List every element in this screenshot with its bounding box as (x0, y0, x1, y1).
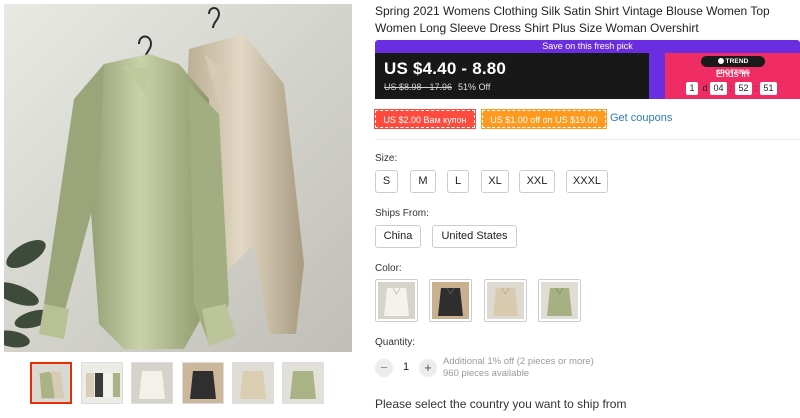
size-label: Size: (375, 153, 398, 164)
thumbnail-1[interactable] (30, 362, 72, 404)
price: US $4.40 - 8.80 (384, 59, 507, 78)
bulk-discount-note: Additional 1% off (2 pieces or more) (443, 356, 594, 367)
thumbnail-strip (30, 362, 330, 404)
size-option-l[interactable]: L (447, 170, 469, 193)
ships-from-china[interactable]: China (375, 225, 421, 248)
countdown-sep-1: : (729, 83, 733, 93)
promo-coupon[interactable]: US $1.00 off on US $19.00 (481, 109, 607, 129)
quantity-label: Quantity: (375, 337, 416, 348)
original-price: US $8.98 - 17.96 (384, 82, 453, 92)
countdown-minutes: 52 (735, 82, 752, 95)
quantity-decrease-button[interactable]: − (375, 359, 393, 377)
discount-percent: 51% Off (458, 82, 491, 92)
ships-from-united-states[interactable]: United States (432, 225, 517, 248)
main-product-image[interactable] (4, 4, 352, 352)
color-label: Color: (375, 263, 402, 274)
quantity-increase-button[interactable]: + (419, 359, 437, 377)
color-swatch-white[interactable] (375, 279, 418, 322)
store-coupon[interactable]: US $2.00 Вам купон (374, 109, 476, 129)
size-option-xxxl[interactable]: XXXL (566, 170, 608, 193)
thumbnail-5[interactable] (232, 362, 274, 404)
quantity-value[interactable]: 1 (401, 361, 411, 373)
thumbnail-4[interactable] (182, 362, 224, 404)
ships-from-label: Ships From: (375, 208, 429, 219)
trend-dot-icon (717, 57, 724, 64)
ship-from-prompt: Please select the country you want to sh… (375, 397, 627, 411)
product-info: Spring 2021 Womens Clothing Silk Satin S… (374, 0, 800, 418)
ends-in-label: Ends in (715, 69, 750, 80)
coupon-row: US $2.00 Вам купон US $1.00 off on US $1… (374, 109, 800, 129)
countdown-seconds: 51 (760, 82, 777, 95)
product-title: Spring 2021 Womens Clothing Silk Satin S… (375, 4, 770, 35)
divider (375, 139, 800, 140)
countdown-sep-2: : (754, 83, 758, 93)
color-swatch-black[interactable] (429, 279, 472, 322)
size-option-s[interactable]: S (375, 170, 398, 193)
trend-spotting-badge: TREND SPOTTING (701, 56, 765, 76)
size-option-xxl[interactable]: XXL (519, 170, 555, 193)
thumbnail-2[interactable] (81, 362, 123, 404)
price-box: US $4.40 - 8.80 US $8.98 - 17.96 51% Off (375, 53, 665, 99)
deal-banner: Save on this fresh pick US $4.40 - 8.80 … (375, 40, 800, 99)
size-option-xl[interactable]: XL (481, 170, 509, 193)
countdown-days-unit: d (702, 83, 708, 93)
deal-accent (649, 53, 665, 99)
thumbnail-3[interactable] (131, 362, 173, 404)
color-swatch-olive-green[interactable] (538, 279, 581, 322)
countdown-hours: 04 (710, 82, 727, 95)
deal-banner-text: Save on this fresh pick (375, 40, 800, 53)
size-option-m[interactable]: M (410, 170, 436, 193)
get-coupons-link[interactable]: Get coupons (610, 112, 672, 124)
trend-box: TREND SPOTTING Ends in 1 d 04 : 52 : 51 (665, 53, 800, 99)
countdown-days: 1 (686, 82, 698, 95)
thumbnail-6[interactable] (282, 362, 324, 404)
pieces-available: 960 pieces available (443, 368, 530, 379)
color-swatch-champagne[interactable] (484, 279, 527, 322)
